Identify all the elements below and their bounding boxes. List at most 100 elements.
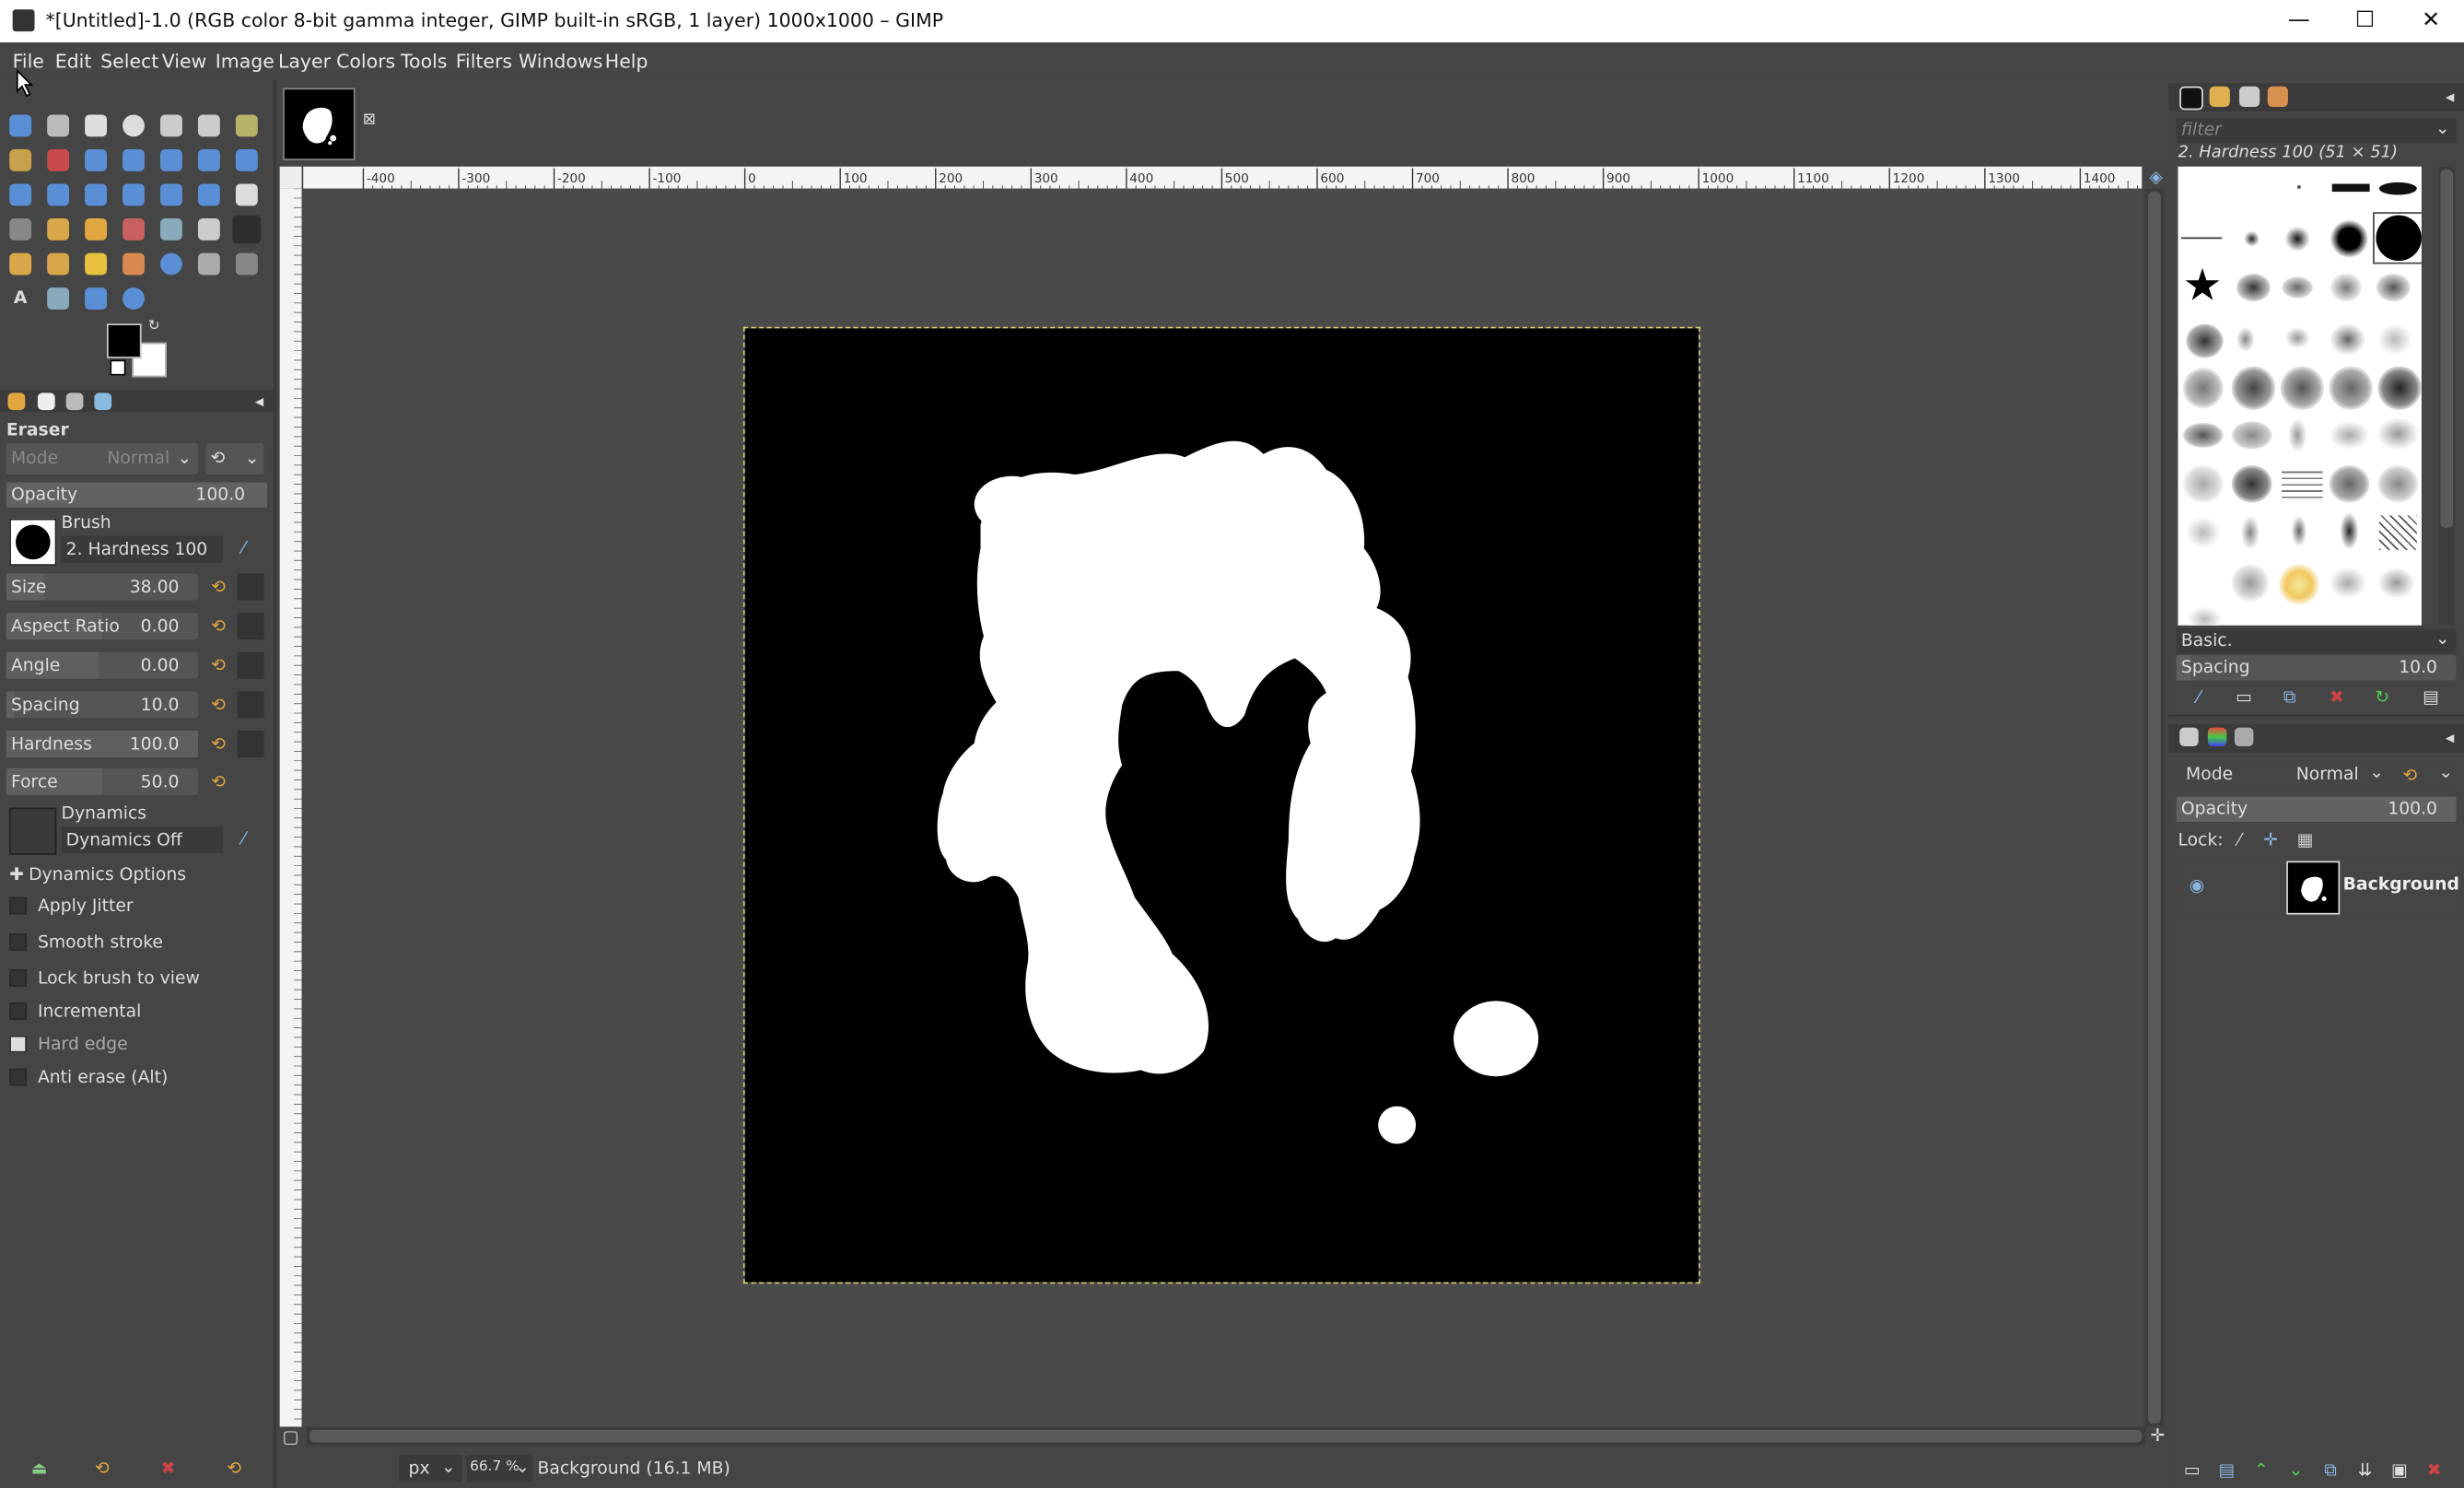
fuzzy-select-icon[interactable] [9,149,32,171]
eraser-tool-icon[interactable] [232,215,262,244]
brush-grid[interactable]: ★ [2178,166,2422,626]
brush-texture-3[interactable] [2330,273,2363,302]
heal-tool-icon[interactable] [47,252,70,275]
close-button[interactable]: ✕ [2398,0,2464,42]
anti-erase-checkbox[interactable]: Anti erase (Alt) [9,1067,168,1087]
brush-soft-medium[interactable] [2284,226,2310,252]
aspect-ratio-slider[interactable]: Aspect Ratio 0.00 [6,613,198,640]
image-canvas[interactable] [742,326,1700,1284]
edit-dynamics-icon[interactable]: ⁄ [232,828,254,850]
navigation-corner[interactable] [279,166,302,189]
brush-spacing-slider[interactable]: Spacing 10.0 [2176,655,2457,681]
airbrush-icon[interactable] [123,218,145,240]
paths-tool-icon[interactable] [235,252,258,275]
menu-windows[interactable]: Windows [519,51,602,73]
duplicate-layer-icon[interactable]: ⧉ [2319,1459,2341,1482]
rect-select-icon[interactable] [85,114,108,137]
merge-layer-icon[interactable]: ⇊ [2354,1459,2376,1482]
color-select-icon[interactable] [47,149,70,171]
menu-tools[interactable]: Tools [401,51,447,73]
tool-options-tab-icon[interactable] [7,393,26,411]
vertical-scrollbar[interactable] [2144,188,2165,1427]
reset-hardness-icon[interactable]: ⟲ [207,733,229,756]
align-tool-icon[interactable] [47,114,70,137]
swap-colors-icon[interactable]: ↻ [146,319,162,334]
warp-transform-icon[interactable] [123,183,145,206]
reset-options-icon[interactable]: ⟲ [223,1459,245,1481]
save-options-icon[interactable]: ⏏ [29,1459,51,1481]
gradient-tool-icon[interactable] [9,218,32,240]
maximize-button[interactable]: ☐ [2332,0,2399,42]
configure-brushes-tab-icon[interactable]: ◂ [2439,87,2461,109]
fonts-tab-icon[interactable] [2239,86,2260,107]
brush-sparkle[interactable] [2278,564,2320,605]
3d-transform-icon[interactable] [85,183,108,206]
unified-transform-icon[interactable] [123,149,145,171]
layer-row-background[interactable]: ◉ Background [2176,858,2463,915]
close-image-tab-icon[interactable]: ⊠ [358,110,380,132]
reset-force-icon[interactable]: ⟲ [207,771,229,793]
brush-texture-11[interactable] [2231,366,2276,411]
brush-preview[interactable] [9,518,57,566]
menu-edit[interactable]: Edit [55,51,92,73]
measure-tool-icon[interactable] [85,287,108,310]
size-slider[interactable]: Size 38.00 [6,573,198,601]
lock-alpha-icon[interactable]: ▦ [2295,829,2317,851]
color-picker-icon[interactable] [47,287,70,310]
blur-tool-icon[interactable] [160,252,182,275]
dynamics-preview[interactable] [9,807,57,855]
menu-help[interactable]: Help [605,51,648,73]
pencil-icon[interactable] [85,218,108,240]
brush-texture-12[interactable] [2280,366,2325,411]
brush-texture-6[interactable] [2236,326,2256,353]
zoom-select[interactable]: 66.7 % ⌄ [466,1455,533,1482]
cage-transform-icon[interactable] [197,183,220,206]
undo-history-tab-icon[interactable] [65,393,84,411]
raise-layer-icon[interactable]: ⌃ [2250,1459,2272,1482]
paths-tab-icon[interactable] [2234,727,2254,747]
menu-image[interactable]: Image [216,51,274,73]
brush-texture-4[interactable] [2376,273,2411,302]
reset-size-icon[interactable]: ⟲ [207,577,229,599]
brush-texture-14[interactable] [2377,366,2422,411]
incremental-checkbox[interactable]: Incremental [9,1001,141,1022]
brush-texture-29[interactable] [2378,515,2417,550]
dock-separator[interactable] [2168,714,2464,717]
bucket-fill-icon[interactable] [235,183,258,206]
brush-selected-cell[interactable] [2373,212,2422,264]
flip-tool-icon[interactable] [9,183,32,206]
restore-options-icon[interactable]: ⟲ [91,1459,113,1481]
lower-layer-icon[interactable]: ⌄ [2285,1459,2307,1482]
brush-texture-16[interactable] [2231,421,2272,450]
menu-filters[interactable]: Filters [456,51,512,73]
image-tab-thumbnail[interactable] [283,88,356,160]
delete-brush-icon[interactable]: ✖ [2326,686,2348,709]
layer-opacity-slider[interactable]: Opacity 100.0 [2176,796,2457,822]
crop-tool-icon[interactable] [85,149,108,171]
brush-texture-23[interactable] [2329,464,2370,503]
lock-brush-checkbox[interactable]: Lock brush to view [9,968,200,989]
default-colors-icon[interactable] [110,359,126,376]
vertical-scroll-thumb[interactable] [2148,192,2161,1424]
brush-texture-19[interactable] [2377,417,2419,450]
opacity-slider[interactable]: Opacity 100.0 [6,482,268,508]
edit-brush-icon[interactable]: ⁄ [232,537,254,559]
layers-tab-icon[interactable] [2179,727,2199,747]
brush-ellipse[interactable] [2378,182,2417,195]
paintbrush-icon[interactable] [47,218,70,240]
ink-tool-icon[interactable] [160,218,182,240]
layer-mode-select[interactable]: Mode Normal ⌄ [2176,760,2390,790]
text-tool-icon[interactable]: A [9,287,31,310]
apply-jitter-checkbox[interactable]: Apply Jitter [9,896,134,916]
spacing-slider[interactable]: Spacing 10.0 [6,691,198,719]
mode-reset-combo[interactable]: ⟲ ⌄ [205,442,264,475]
layer-composite-combo[interactable]: ⟲ ⌄ [2398,760,2458,790]
ellipse-select-icon[interactable] [123,114,145,137]
edit-brush-icon[interactable]: ⁄ [2188,686,2210,709]
scissors-select-icon[interactable] [197,114,220,137]
perspective-tool-icon[interactable] [47,183,70,206]
brush-hard-large[interactable] [2330,219,2368,258]
reset-angle-icon[interactable]: ⟲ [207,655,229,677]
link-hardness-icon[interactable] [237,731,264,757]
link-aspect-icon[interactable] [237,613,264,640]
